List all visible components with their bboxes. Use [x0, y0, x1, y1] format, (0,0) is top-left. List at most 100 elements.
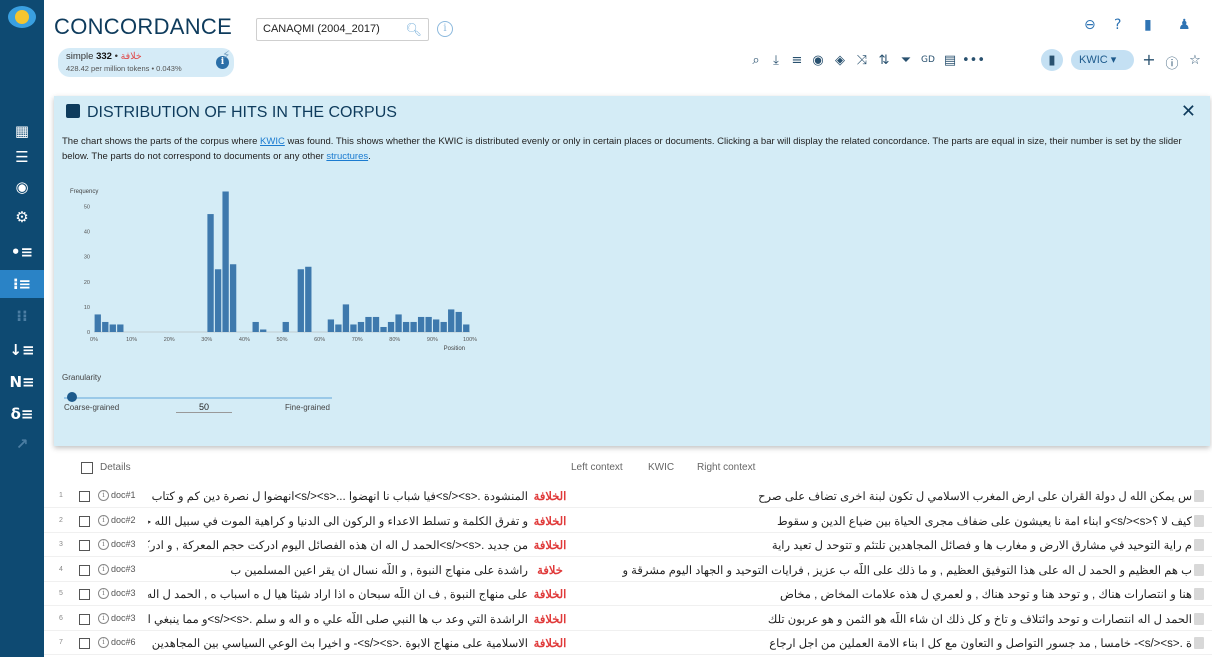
feedback-icon[interactable]: ▮ [1144, 17, 1152, 33]
kwic-word[interactable]: الخلافة [522, 612, 578, 626]
row-info-icon[interactable]: i [98, 563, 109, 575]
row-info-icon[interactable]: i [98, 539, 109, 550]
funnel-icon[interactable]: ⏷ [896, 53, 916, 68]
row-doc-ref[interactable]: doc#2 [111, 515, 136, 525]
sort-icon[interactable]: ↓≡ [0, 336, 44, 364]
kwic-word[interactable]: الخلافة [522, 538, 578, 552]
table-row[interactable]: 5 i doc#3 على منهاج النبوة , ف ان اللّه سبح… [44, 584, 1212, 606]
row-info-icon[interactable]: i [98, 514, 109, 526]
chart-bar[interactable] [357, 321, 365, 332]
kwic-word[interactable]: الخلافة [522, 489, 578, 503]
info-icon[interactable]: i [437, 21, 453, 37]
dashboard-icon[interactable]: ▦ [0, 117, 44, 145]
chart-bar[interactable] [335, 324, 342, 332]
chart-bar[interactable] [440, 321, 447, 332]
frequency-icon[interactable]: N≡ [0, 368, 44, 396]
list-icon[interactable]: ☰ [0, 143, 44, 171]
chart-bar[interactable] [342, 304, 350, 332]
chart-bar[interactable] [207, 214, 214, 332]
kwic-word[interactable]: الخلافة [522, 587, 578, 601]
chart-bar[interactable] [448, 309, 455, 332]
gdex-icon[interactable]: GD [918, 55, 938, 65]
chart-bar[interactable] [417, 316, 425, 332]
chart-icon[interactable]: ▮ [1042, 53, 1062, 68]
kwic-dropdown[interactable]: KWIC ▾ [1071, 50, 1134, 70]
chart-bar[interactable] [260, 329, 267, 332]
shuffle-icon[interactable]: ⤨ [852, 53, 872, 68]
distribution-chart[interactable]: Frequency 0 10 20 30 40 50 0% 10% 20% 30% 40% 50% 60%… [62, 182, 502, 367]
row-checkbox[interactable] [79, 613, 90, 625]
filter-icon[interactable]: ◈ [830, 53, 850, 68]
network-icon[interactable]: ⚙ [0, 203, 44, 231]
row-info-icon[interactable]: i [98, 490, 109, 501]
link-icon[interactable]: ⊖ [1084, 17, 1096, 33]
close-icon[interactable]: ✕ [1181, 101, 1196, 122]
table-row[interactable]: 3 i doc#3 من جديد .<s/><s>الحمد ل اله ان هذ… [44, 535, 1212, 557]
chart-bar[interactable] [222, 191, 229, 332]
table-row[interactable]: 6 i doc#3 الراشدة التي وعد ب ها النبي صلى ا… [44, 609, 1212, 631]
chart-bar[interactable] [94, 314, 101, 332]
more-icon[interactable]: ••• [962, 53, 985, 68]
row-doc-ref[interactable]: doc#3 [111, 588, 136, 598]
row-checkbox[interactable] [79, 564, 90, 576]
chart-bar[interactable] [117, 324, 124, 332]
search-icon[interactable]: ⌕ [746, 53, 766, 68]
star-icon[interactable]: ☆ [1185, 53, 1205, 68]
granularity-slider[interactable] [64, 397, 332, 399]
chart-bar[interactable] [229, 264, 237, 332]
table-row[interactable]: 2 i doc#2 و تفرق الكلمة و تسلط الاعداء و ال… [44, 511, 1212, 533]
table-row[interactable]: 4 i doc#3 راشدة على منهاج النبوة , و اللّه … [44, 560, 1212, 582]
granularity-value[interactable]: 50 [176, 402, 232, 413]
chart-bar[interactable] [214, 269, 222, 332]
chart-bar[interactable] [305, 266, 312, 332]
chart-bar[interactable] [297, 269, 304, 332]
table-row[interactable]: 1 i doc#1 المنشودة .<s/><s>فيا شباب نا انهض… [44, 486, 1212, 508]
concordance-icon[interactable]: ⁝≡ [0, 270, 44, 298]
sort-icon[interactable]: ⇅ [874, 53, 894, 68]
document-icon[interactable] [1194, 490, 1204, 502]
row-doc-ref[interactable]: doc#3 [111, 613, 136, 623]
chart-bar[interactable] [109, 324, 116, 332]
chart-bar[interactable] [282, 321, 289, 332]
row-checkbox[interactable] [79, 638, 90, 649]
row-checkbox[interactable] [79, 540, 90, 551]
chart-bar[interactable] [387, 321, 395, 332]
parallel-icon[interactable]: ⁝⁝ [0, 302, 44, 330]
row-doc-ref[interactable]: doc#3 [111, 539, 136, 549]
help-icon[interactable]: ? [1114, 17, 1121, 33]
add-icon[interactable]: + [1139, 50, 1159, 69]
kwic-word[interactable]: الخلافة [522, 636, 578, 650]
corpus-selector[interactable]: CANAQMI (2004_2017) 🔍︎ [256, 18, 429, 41]
row-info-icon[interactable]: i [98, 588, 109, 599]
lightning-icon[interactable]: ⚡︎ [222, 48, 230, 62]
chart-bar[interactable] [102, 321, 109, 332]
row-info-icon[interactable]: i [98, 637, 109, 648]
info-icon[interactable]: ⓘ [1162, 53, 1182, 72]
chart-bar[interactable] [252, 321, 259, 332]
document-icon[interactable]: ▤ [940, 53, 960, 68]
document-icon[interactable] [1194, 637, 1204, 649]
table-row[interactable]: 7 i doc#6 الاسلامية على منهاج الابوة .<s/><… [44, 633, 1212, 655]
document-icon[interactable] [1194, 588, 1204, 600]
row-doc-ref[interactable]: doc#1 [111, 490, 136, 500]
chart-bar[interactable] [433, 319, 440, 332]
kwic-link[interactable]: KWIC [260, 136, 285, 147]
details-toggle[interactable]: Details [100, 462, 131, 473]
row-doc-ref[interactable]: doc#3 [111, 564, 136, 574]
download-icon[interactable]: ⤓ [766, 53, 786, 68]
select-all-checkbox[interactable] [81, 462, 93, 474]
chart-bar[interactable] [350, 324, 357, 332]
row-checkbox[interactable] [79, 491, 90, 502]
row-checkbox[interactable] [79, 589, 90, 600]
lines-icon[interactable]: ≡ [787, 53, 807, 68]
row-doc-ref[interactable]: doc#6 [111, 637, 136, 647]
structures-link[interactable]: structures [326, 151, 368, 162]
bullet-list-icon[interactable]: •≡ [0, 238, 44, 266]
document-icon[interactable] [1194, 514, 1204, 527]
chart-bar[interactable] [463, 324, 470, 332]
collocation-icon[interactable]: δ≡ [0, 400, 44, 428]
document-icon[interactable] [1194, 612, 1204, 625]
chart-bar[interactable] [395, 314, 402, 332]
chart-bar[interactable] [372, 316, 380, 332]
chart-bar[interactable] [327, 319, 335, 332]
